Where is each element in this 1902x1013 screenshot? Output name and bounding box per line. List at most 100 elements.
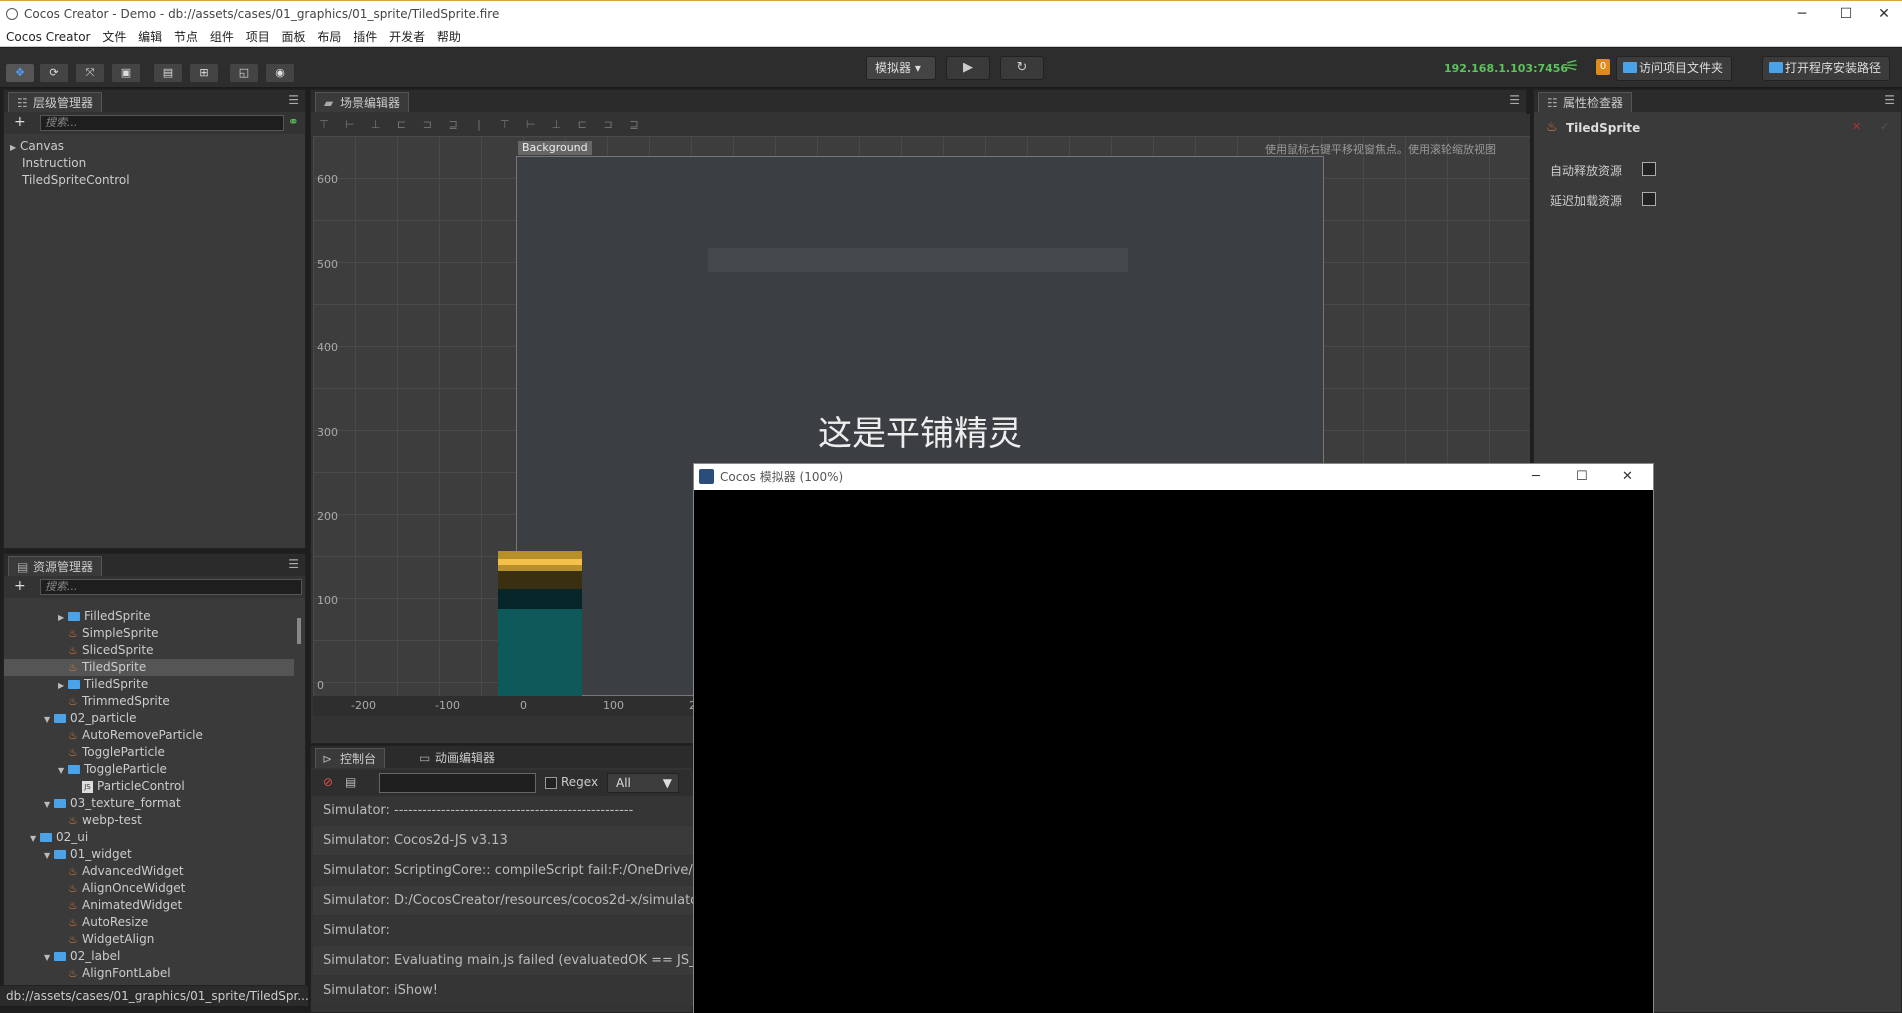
asset-item[interactable]: ▼ 03_texture_format [4,795,294,812]
asset-item[interactable]: ▶ TiledSprite [4,676,294,693]
rotate-tool-button[interactable]: ⟳ [40,64,68,82]
menu-plugin[interactable]: 插件 [349,27,381,47]
assets-search-input[interactable]: 搜索... [40,579,302,595]
notification-badge[interactable]: 0 [1596,59,1610,75]
asset-item[interactable]: ♨ TiledSprite [4,659,294,676]
menu-edit[interactable]: 编辑 [134,27,166,47]
assets-tab[interactable]: ▤ 资源管理器 [8,556,103,576]
asset-item[interactable]: ▼ 02_ui [4,829,294,846]
auto-release-checkbox[interactable] [1642,162,1656,176]
simulator-close-button[interactable]: ✕ [1622,464,1633,490]
tree-node-canvas[interactable]: ▶ Canvas [10,138,64,155]
expanded-arrow-icon[interactable]: ▼ [30,830,40,847]
console-tab[interactable]: ⊳ 控制台 [315,748,386,768]
coordinate-toggle-button[interactable]: ⊞ [190,64,218,82]
add-node-button[interactable]: + [14,114,26,130]
distribute-hcenter-icon[interactable]: ⊐ [597,114,619,136]
distribute-bottom-icon[interactable]: ⊥ [545,114,567,136]
open-project-folder-button[interactable]: 访问项目文件夹 [1616,56,1733,81]
align-bottom-icon[interactable]: ⊥ [365,114,387,136]
expanded-arrow-icon[interactable]: ▼ [58,762,68,779]
refresh-button[interactable]: ↻ [1000,56,1044,80]
align-vcenter-icon[interactable]: ⊢ [339,114,361,136]
minimize-button[interactable]: ─ [1780,4,1824,24]
console-search-input[interactable] [379,773,536,793]
menu-panel[interactable]: 面板 [278,27,310,47]
expanded-arrow-icon[interactable]: ▼ [44,847,54,864]
simulator-window[interactable]: Cocos 模拟器 (100%) ─ ☐ ✕ [693,463,1654,1013]
rect-tool-button[interactable]: ▣ [112,64,140,82]
hierarchy-tab[interactable]: ☷ 层级管理器 [8,92,103,112]
scene-label-text[interactable]: 这是平铺精灵 [818,406,1022,455]
collapsed-arrow-icon[interactable]: ▶ [58,677,68,694]
distribute-right-icon[interactable]: ⊒ [623,114,645,136]
asset-item[interactable]: JS ParticleControl [4,778,294,795]
menu-file[interactable]: 文件 [98,27,130,47]
collapsed-arrow-icon[interactable]: ▶ [58,609,68,626]
pivot-toggle-button[interactable]: ▤ [154,64,182,82]
tree-node-instruction[interactable]: Instruction [22,155,86,172]
asset-item[interactable]: ♨ AnimatedWidget [4,897,294,914]
align-top-icon[interactable]: ⊤ [313,114,335,136]
panel-menu-icon[interactable]: ☰ [288,93,299,107]
panel-menu-icon[interactable]: ☰ [1884,93,1895,107]
asset-item[interactable]: ♨ WidgetAlign [4,931,294,948]
distribute-top-icon[interactable]: ⊤ [494,114,516,136]
collapsed-arrow-icon[interactable]: ▶ [10,139,20,156]
menu-node[interactable]: 节点 [170,27,202,47]
expanded-arrow-icon[interactable]: ▼ [44,711,54,728]
tiled-sprite-node[interactable] [498,551,582,711]
expanded-arrow-icon[interactable]: ▼ [44,949,54,966]
asset-item[interactable]: ♨ SimpleSprite [4,625,294,642]
asset-item[interactable]: ♨ AutoRemoveParticle [4,727,294,744]
asset-item[interactable]: ♨ AdvancedWidget [4,863,294,880]
panel-menu-icon[interactable]: ☰ [1509,93,1520,107]
tree-node-tiledspritecontrol[interactable]: TiledSpriteControl [22,172,130,189]
close-button[interactable]: ✕ [1862,4,1902,24]
align-hcenter-icon[interactable]: ⊐ [416,114,438,136]
menu-developer[interactable]: 开发者 [385,27,429,47]
asset-item[interactable]: ♨ ToggleParticle [4,744,294,761]
menu-component[interactable]: 组件 [206,27,238,47]
asset-item[interactable]: ♨ TrimmedSprite [4,693,294,710]
menu-help[interactable]: 帮助 [433,27,465,47]
add-asset-button[interactable]: + [14,578,26,594]
scale-tool-button[interactable]: ⤧ [76,64,104,82]
tiled-sprite-strip[interactable] [708,248,1128,272]
panel-menu-icon[interactable]: ☰ [288,557,299,571]
asset-item[interactable]: ♨ AutoResize [4,914,294,931]
menu-cocos-creator[interactable]: Cocos Creator [0,27,95,47]
scrollbar-thumb[interactable] [297,618,301,644]
distribute-vcenter-icon[interactable]: ⊢ [520,114,542,136]
simulator-canvas[interactable] [694,490,1653,1013]
expanded-arrow-icon[interactable]: ▼ [44,796,54,813]
align-left-icon[interactable]: ⊏ [390,114,412,136]
distribute-left-icon[interactable]: ⊏ [571,114,593,136]
scene-editor-tab[interactable]: ▰ 场景编辑器 [315,92,410,112]
play-button[interactable]: ▶ [946,56,990,80]
async-load-checkbox[interactable] [1642,192,1656,206]
asset-item[interactable]: ▶ FilledSprite [4,608,294,625]
asset-item[interactable]: ▼ 02_label [4,948,294,965]
asset-item[interactable]: ♨ AlignOnceWidget [4,880,294,897]
simulator-maximize-button[interactable]: ☐ [1576,464,1588,490]
gizmo-toggle-button[interactable]: ◱ [230,64,258,82]
align-right-icon[interactable]: ⊒ [442,114,464,136]
asset-item[interactable]: ♨ webp-test [4,812,294,829]
revert-icon[interactable]: ✕ [1852,120,1861,133]
asset-item[interactable]: ♨ SlicedSprite [4,642,294,659]
animation-editor-tab[interactable]: ▭ 动画编辑器 [411,748,503,768]
asset-item[interactable]: ▼ 01_widget [4,846,294,863]
menu-project[interactable]: 项目 [242,27,274,47]
asset-item[interactable]: ▼ 02_particle [4,710,294,727]
move-tool-button[interactable]: ✥ [6,64,34,82]
record-toggle-button[interactable]: ◉ [266,64,294,82]
open-install-path-button[interactable]: 打开程序安装路径 [1762,56,1891,81]
link-icon[interactable]: ⚭ [288,115,299,130]
hierarchy-search-input[interactable]: 搜索... [40,115,284,131]
clear-console-icon[interactable]: ⊘ [323,775,333,789]
menu-layout[interactable]: 布局 [313,27,345,47]
asset-item[interactable]: ▼ ToggleParticle [4,761,294,778]
preview-platform-select[interactable]: 模拟器 ▾ [866,56,936,80]
apply-icon[interactable]: ✓ [1880,120,1889,133]
